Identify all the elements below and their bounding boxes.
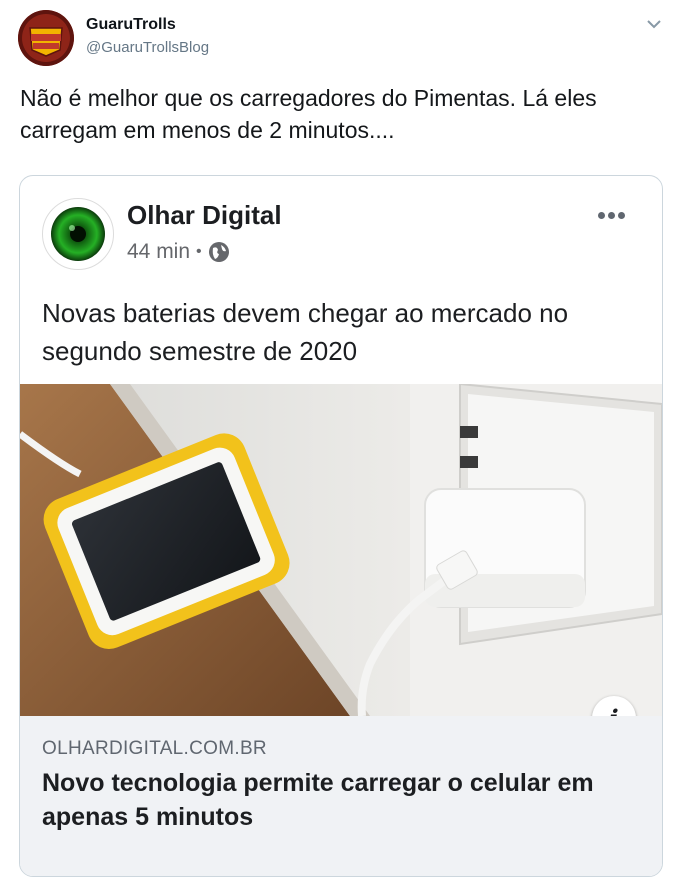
chevron-down-icon[interactable] [644,14,664,34]
page-name[interactable]: Olhar Digital [127,200,282,231]
author-avatar[interactable] [18,10,74,66]
guarutrolls-logo [18,10,74,66]
meta-separator: • [196,243,202,260]
link-title[interactable]: Novo tecnologia permite carregar o celul… [42,766,642,834]
eye-logo [44,200,112,268]
tweet: GuaruTrolls @GuaruTrollsBlog Não é melho… [0,0,688,877]
post-text: Novas baterias devem chegar ao mercado n… [42,298,569,366]
link-preview[interactable]: OLHARDIGITAL.COM.BR Novo tecnologia perm… [20,716,662,876]
page-avatar[interactable] [42,198,114,270]
embedded-post-card[interactable]: Olhar Digital 44 min • Novas baterias de… [19,175,663,877]
globe-icon [208,241,230,263]
post-image[interactable] [20,384,662,716]
phone-charging-photo [20,384,662,716]
more-horizontal-icon[interactable] [598,206,632,220]
link-domain: OLHARDIGITAL.COM.BR [42,738,267,759]
author-handle[interactable]: @GuaruTrollsBlog [86,39,209,56]
author-name[interactable]: GuaruTrolls [86,16,176,34]
tweet-text: Não é melhor que os carregadores do Pime… [20,85,597,143]
post-time[interactable]: 44 min [127,240,190,264]
post-meta: 44 min • [127,240,230,264]
